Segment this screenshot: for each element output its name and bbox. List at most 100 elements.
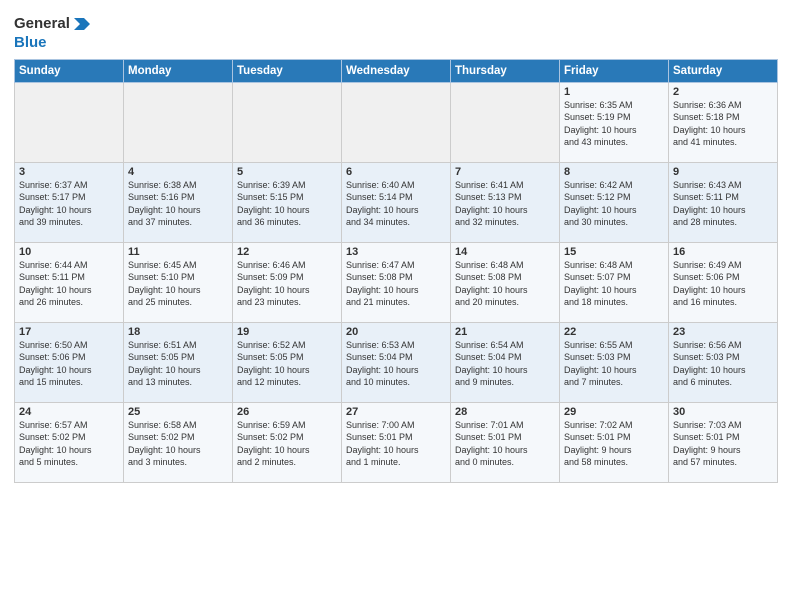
calendar-cell (233, 83, 342, 163)
calendar-week-row: 10Sunrise: 6:44 AM Sunset: 5:11 PM Dayli… (15, 243, 778, 323)
calendar-cell: 27Sunrise: 7:00 AM Sunset: 5:01 PM Dayli… (342, 403, 451, 483)
day-number: 19 (237, 326, 337, 338)
calendar-cell: 12Sunrise: 6:46 AM Sunset: 5:09 PM Dayli… (233, 243, 342, 323)
day-number: 22 (564, 326, 664, 338)
day-number: 27 (346, 406, 446, 418)
day-number: 14 (455, 246, 555, 258)
calendar-cell: 24Sunrise: 6:57 AM Sunset: 5:02 PM Dayli… (15, 403, 124, 483)
day-number: 18 (128, 326, 228, 338)
day-number: 8 (564, 166, 664, 178)
day-info: Sunrise: 6:40 AM Sunset: 5:14 PM Dayligh… (346, 179, 446, 228)
day-number: 21 (455, 326, 555, 338)
day-info: Sunrise: 6:45 AM Sunset: 5:10 PM Dayligh… (128, 259, 228, 308)
weekday-header: Sunday (15, 60, 124, 83)
day-info: Sunrise: 6:36 AM Sunset: 5:18 PM Dayligh… (673, 99, 773, 148)
calendar-cell: 25Sunrise: 6:58 AM Sunset: 5:02 PM Dayli… (124, 403, 233, 483)
day-info: Sunrise: 6:41 AM Sunset: 5:13 PM Dayligh… (455, 179, 555, 228)
day-number: 26 (237, 406, 337, 418)
day-info: Sunrise: 6:53 AM Sunset: 5:04 PM Dayligh… (346, 339, 446, 388)
day-info: Sunrise: 6:42 AM Sunset: 5:12 PM Dayligh… (564, 179, 664, 228)
calendar-table: SundayMondayTuesdayWednesdayThursdayFrid… (14, 59, 778, 483)
day-number: 9 (673, 166, 773, 178)
day-info: Sunrise: 6:58 AM Sunset: 5:02 PM Dayligh… (128, 419, 228, 468)
weekday-header: Tuesday (233, 60, 342, 83)
day-info: Sunrise: 6:43 AM Sunset: 5:11 PM Dayligh… (673, 179, 773, 228)
calendar-cell: 6Sunrise: 6:40 AM Sunset: 5:14 PM Daylig… (342, 163, 451, 243)
calendar-cell: 26Sunrise: 6:59 AM Sunset: 5:02 PM Dayli… (233, 403, 342, 483)
day-info: Sunrise: 6:51 AM Sunset: 5:05 PM Dayligh… (128, 339, 228, 388)
calendar-cell: 19Sunrise: 6:52 AM Sunset: 5:05 PM Dayli… (233, 323, 342, 403)
calendar-week-row: 3Sunrise: 6:37 AM Sunset: 5:17 PM Daylig… (15, 163, 778, 243)
calendar-cell (124, 83, 233, 163)
day-number: 2 (673, 86, 773, 98)
day-number: 12 (237, 246, 337, 258)
day-info: Sunrise: 6:52 AM Sunset: 5:05 PM Dayligh… (237, 339, 337, 388)
calendar-cell: 11Sunrise: 6:45 AM Sunset: 5:10 PM Dayli… (124, 243, 233, 323)
day-number: 15 (564, 246, 664, 258)
day-info: Sunrise: 7:03 AM Sunset: 5:01 PM Dayligh… (673, 419, 773, 468)
day-info: Sunrise: 6:35 AM Sunset: 5:19 PM Dayligh… (564, 99, 664, 148)
day-info: Sunrise: 6:55 AM Sunset: 5:03 PM Dayligh… (564, 339, 664, 388)
weekday-header: Saturday (669, 60, 778, 83)
weekday-header: Monday (124, 60, 233, 83)
day-number: 1 (564, 86, 664, 98)
day-number: 25 (128, 406, 228, 418)
day-info: Sunrise: 6:59 AM Sunset: 5:02 PM Dayligh… (237, 419, 337, 468)
calendar-cell: 28Sunrise: 7:01 AM Sunset: 5:01 PM Dayli… (451, 403, 560, 483)
calendar-cell: 29Sunrise: 7:02 AM Sunset: 5:01 PM Dayli… (560, 403, 669, 483)
day-number: 11 (128, 246, 228, 258)
weekday-header: Thursday (451, 60, 560, 83)
calendar-cell: 5Sunrise: 6:39 AM Sunset: 5:15 PM Daylig… (233, 163, 342, 243)
day-number: 29 (564, 406, 664, 418)
weekday-header: Wednesday (342, 60, 451, 83)
day-number: 20 (346, 326, 446, 338)
calendar-cell: 10Sunrise: 6:44 AM Sunset: 5:11 PM Dayli… (15, 243, 124, 323)
weekday-header: Friday (560, 60, 669, 83)
day-info: Sunrise: 6:38 AM Sunset: 5:16 PM Dayligh… (128, 179, 228, 228)
day-number: 13 (346, 246, 446, 258)
calendar-cell: 3Sunrise: 6:37 AM Sunset: 5:17 PM Daylig… (15, 163, 124, 243)
calendar-cell: 22Sunrise: 6:55 AM Sunset: 5:03 PM Dayli… (560, 323, 669, 403)
day-info: Sunrise: 6:56 AM Sunset: 5:03 PM Dayligh… (673, 339, 773, 388)
day-info: Sunrise: 6:50 AM Sunset: 5:06 PM Dayligh… (19, 339, 119, 388)
calendar-cell: 13Sunrise: 6:47 AM Sunset: 5:08 PM Dayli… (342, 243, 451, 323)
day-number: 7 (455, 166, 555, 178)
calendar-cell: 20Sunrise: 6:53 AM Sunset: 5:04 PM Dayli… (342, 323, 451, 403)
page-header: General Blue (14, 10, 778, 51)
day-info: Sunrise: 6:37 AM Sunset: 5:17 PM Dayligh… (19, 179, 119, 228)
calendar-cell: 7Sunrise: 6:41 AM Sunset: 5:13 PM Daylig… (451, 163, 560, 243)
calendar-cell: 4Sunrise: 6:38 AM Sunset: 5:16 PM Daylig… (124, 163, 233, 243)
day-number: 24 (19, 406, 119, 418)
calendar-cell: 9Sunrise: 6:43 AM Sunset: 5:11 PM Daylig… (669, 163, 778, 243)
day-info: Sunrise: 7:00 AM Sunset: 5:01 PM Dayligh… (346, 419, 446, 468)
calendar-cell (15, 83, 124, 163)
day-info: Sunrise: 6:49 AM Sunset: 5:06 PM Dayligh… (673, 259, 773, 308)
calendar-cell: 18Sunrise: 6:51 AM Sunset: 5:05 PM Dayli… (124, 323, 233, 403)
day-info: Sunrise: 6:48 AM Sunset: 5:07 PM Dayligh… (564, 259, 664, 308)
calendar-cell: 15Sunrise: 6:48 AM Sunset: 5:07 PM Dayli… (560, 243, 669, 323)
day-info: Sunrise: 6:48 AM Sunset: 5:08 PM Dayligh… (455, 259, 555, 308)
calendar-cell: 2Sunrise: 6:36 AM Sunset: 5:18 PM Daylig… (669, 83, 778, 163)
logo-general-text: General (14, 15, 70, 32)
day-number: 28 (455, 406, 555, 418)
day-info: Sunrise: 7:02 AM Sunset: 5:01 PM Dayligh… (564, 419, 664, 468)
calendar-cell (451, 83, 560, 163)
calendar-cell: 17Sunrise: 6:50 AM Sunset: 5:06 PM Dayli… (15, 323, 124, 403)
day-info: Sunrise: 7:01 AM Sunset: 5:01 PM Dayligh… (455, 419, 555, 468)
day-number: 4 (128, 166, 228, 178)
calendar-header-row: SundayMondayTuesdayWednesdayThursdayFrid… (15, 60, 778, 83)
calendar-week-row: 24Sunrise: 6:57 AM Sunset: 5:02 PM Dayli… (15, 403, 778, 483)
calendar-week-row: 17Sunrise: 6:50 AM Sunset: 5:06 PM Dayli… (15, 323, 778, 403)
day-info: Sunrise: 6:44 AM Sunset: 5:11 PM Dayligh… (19, 259, 119, 308)
day-info: Sunrise: 6:39 AM Sunset: 5:15 PM Dayligh… (237, 179, 337, 228)
day-number: 16 (673, 246, 773, 258)
day-info: Sunrise: 6:47 AM Sunset: 5:08 PM Dayligh… (346, 259, 446, 308)
day-info: Sunrise: 6:46 AM Sunset: 5:09 PM Dayligh… (237, 259, 337, 308)
calendar-cell: 1Sunrise: 6:35 AM Sunset: 5:19 PM Daylig… (560, 83, 669, 163)
day-info: Sunrise: 6:57 AM Sunset: 5:02 PM Dayligh… (19, 419, 119, 468)
day-number: 23 (673, 326, 773, 338)
calendar-cell: 23Sunrise: 6:56 AM Sunset: 5:03 PM Dayli… (669, 323, 778, 403)
calendar-cell (342, 83, 451, 163)
logo: General Blue (14, 14, 92, 51)
day-number: 30 (673, 406, 773, 418)
